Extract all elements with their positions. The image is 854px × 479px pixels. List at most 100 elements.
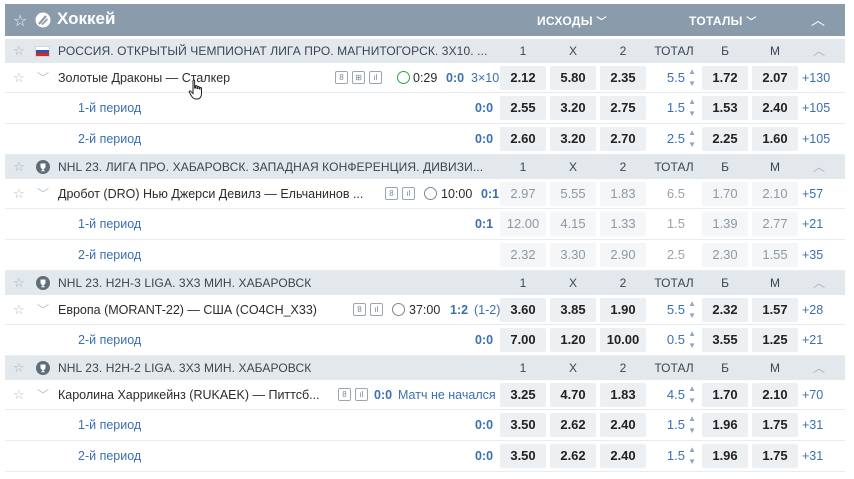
odd-cell-x[interactable]: 5.80 (550, 66, 596, 90)
period-row[interactable]: 1-й период 0:1 12.00 4.15 1.33 1.5 1.39 2.77 +21 (5, 209, 845, 240)
period-label[interactable]: 2-й период (78, 449, 141, 463)
league-header[interactable]: ☆ NHL 23. H2H-3 LIGA. 3Х3 МИН. ХАБАРОВСК 1… (5, 271, 845, 295)
match-row[interactable]: ☆ ﹀ Дробот (DRO) Нью Джерси Девилз — Ельча… (5, 179, 845, 209)
collapse-chevron-up-icon[interactable]: ︿ (813, 359, 825, 376)
odd-cell-1[interactable]: 2.12 (500, 66, 546, 90)
odd-cell-over[interactable]: 1.70 (702, 182, 748, 206)
match-row[interactable]: ☆ ﹀ Золотые Драконы — Сталкер 8 ⊞ ıl 0:29 0:0 3×… (5, 63, 845, 93)
odd-cell-over[interactable]: 1.96 (702, 444, 748, 468)
totals-dropdown[interactable]: ТОТАЛЫ ﹀ (689, 13, 757, 28)
match-teams[interactable]: Дробот (DRO) Нью Джерси Девилз — Ельчани… (58, 187, 380, 201)
odd-cell-1[interactable]: 7.00 (500, 328, 546, 352)
more-markets-link[interactable]: +130 (802, 71, 830, 85)
period-row[interactable]: 2-й период 2.32 3.30 2.90 2.5 2.30 1.55 +35 (5, 240, 845, 271)
odd-cell-2[interactable]: 2.75 (600, 96, 646, 120)
odd-cell-under[interactable]: 2.10 (752, 383, 798, 407)
match-row[interactable]: ☆ ﹀ Европа (MORANT-22) — США (CO4CH_X33) 8 ı… (5, 295, 845, 325)
odd-cell-over[interactable]: 2.25 (702, 127, 748, 151)
total-line[interactable]: 4.5 ▲ ▼ (651, 383, 697, 407)
favorite-star-icon[interactable]: ☆ (13, 43, 25, 59)
odd-cell-1[interactable]: 2.32 (500, 243, 546, 267)
stats-8-icon[interactable]: 8 (385, 187, 398, 200)
stats-8-icon[interactable]: 8 (353, 303, 366, 316)
odd-cell-2[interactable]: 2.35 (600, 66, 646, 90)
stats-8-icon[interactable]: 8 (335, 71, 348, 84)
odd-cell-2[interactable]: 2.40 (600, 444, 646, 468)
odd-cell-x[interactable]: 3.85 (550, 298, 596, 322)
odd-cell-over[interactable]: 1.96 (702, 413, 748, 437)
odd-cell-x[interactable]: 3.20 (550, 96, 596, 120)
odd-cell-2[interactable]: 1.83 (600, 383, 646, 407)
odd-cell-1[interactable]: 2.60 (500, 127, 546, 151)
odd-cell-under[interactable]: 1.75 (752, 444, 798, 468)
period-row[interactable]: 2-й период 0:0 2.60 3.20 2.70 2.5 ▲ ▼ 2.25 1.60 +1… (5, 124, 845, 155)
odd-cell-over[interactable]: 2.30 (702, 243, 748, 267)
more-markets-link[interactable]: +35 (802, 248, 823, 262)
more-markets-link[interactable]: +70 (802, 388, 823, 402)
odd-cell-1[interactable]: 2.97 (500, 182, 546, 206)
total-line[interactable]: 6.5 (651, 182, 697, 206)
total-line[interactable]: 2.5 ▲ ▼ (651, 127, 697, 151)
period-label[interactable]: 1-й период (78, 101, 141, 115)
favorite-star-icon[interactable]: ☆ (13, 11, 27, 31)
favorite-star-icon[interactable]: ☆ (13, 360, 25, 376)
more-markets-link[interactable]: +21 (802, 217, 823, 231)
favorite-star-icon[interactable]: ☆ (13, 70, 25, 86)
odd-cell-under[interactable]: 2.10 (752, 182, 798, 206)
odd-cell-1[interactable]: 3.50 (500, 444, 546, 468)
odd-cell-x[interactable]: 3.30 (550, 243, 596, 267)
total-line[interactable]: 1.5 ▲ ▼ (651, 96, 697, 120)
total-line[interactable]: 5.5 ▲ ▼ (651, 66, 697, 90)
odd-cell-over[interactable]: 1.70 (702, 383, 748, 407)
total-line[interactable]: 1.5 ▲ ▼ (651, 444, 697, 468)
odd-cell-1[interactable]: 2.55 (500, 96, 546, 120)
odd-cell-x[interactable]: 4.15 (550, 212, 596, 236)
stats-8-icon[interactable]: 8 (338, 388, 351, 401)
odd-cell-over[interactable]: 3.55 (702, 328, 748, 352)
expand-chevron-down-icon[interactable]: ﹀ (37, 301, 49, 318)
total-line[interactable]: 0.5 ▲ ▼ (651, 328, 697, 352)
odd-cell-over[interactable]: 1.53 (702, 96, 748, 120)
period-row[interactable]: 1-й период 0:0 3.50 2.62 2.40 1.5 ▲ ▼ 1.96 1.75 +3… (5, 410, 845, 441)
odd-cell-x[interactable]: 2.62 (550, 444, 596, 468)
total-line[interactable]: 1.5 (651, 212, 697, 236)
odd-cell-1[interactable]: 3.25 (500, 383, 546, 407)
period-row[interactable]: 1-й период 0:0 2.55 3.20 2.75 1.5 ▲ ▼ 1.53 2.40 +1… (5, 93, 845, 124)
odd-cell-under[interactable]: 2.77 (752, 212, 798, 236)
odd-cell-2[interactable]: 1.33 (600, 212, 646, 236)
odd-cell-under[interactable]: 1.57 (752, 298, 798, 322)
expand-chevron-down-icon[interactable]: ﹀ (37, 69, 49, 86)
league-header[interactable]: ☆ NHL 23. H2H-2 LIGA. 3Х3 МИН. ХАБАРОВСК 1… (5, 356, 845, 380)
total-line[interactable]: 2.5 (651, 243, 697, 267)
odd-cell-under[interactable]: 2.07 (752, 66, 798, 90)
more-markets-link[interactable]: +105 (802, 101, 830, 115)
period-label[interactable]: 2-й период (78, 132, 141, 146)
odd-cell-over[interactable]: 1.39 (702, 212, 748, 236)
odd-cell-x[interactable]: 1.20 (550, 328, 596, 352)
odd-cell-2[interactable]: 2.40 (600, 413, 646, 437)
odd-cell-under[interactable]: 1.60 (752, 127, 798, 151)
odd-cell-2[interactable]: 1.83 (600, 182, 646, 206)
chart-bars-icon[interactable]: ıl (355, 388, 368, 401)
period-label[interactable]: 1-й период (78, 217, 141, 231)
chart-bars-icon[interactable]: ıl (402, 187, 415, 200)
odd-cell-1[interactable]: 12.00 (500, 212, 546, 236)
favorite-star-icon[interactable]: ☆ (13, 275, 25, 291)
odd-cell-over[interactable]: 2.32 (702, 298, 748, 322)
odd-cell-under[interactable]: 1.25 (752, 328, 798, 352)
field-icon[interactable]: ⊞ (352, 71, 365, 84)
period-label[interactable]: 1-й период (78, 418, 141, 432)
odd-cell-1[interactable]: 3.50 (500, 413, 546, 437)
collapse-chevron-up-icon[interactable]: ︿ (813, 274, 825, 291)
chart-bars-icon[interactable]: ıl (369, 71, 382, 84)
outcomes-dropdown[interactable]: ИСХОДЫ ﹀ (537, 13, 607, 28)
league-header[interactable]: ☆ РОССИЯ. ОТКРЫТЫЙ ЧЕМПИОНАТ ЛИГА ПРО. МА… (5, 39, 845, 63)
expand-chevron-down-icon[interactable]: ﹀ (37, 185, 49, 202)
odd-cell-1[interactable]: 3.60 (500, 298, 546, 322)
collapse-chevron-up-icon[interactable]: ︿ (811, 10, 825, 30)
more-markets-link[interactable]: +31 (802, 449, 823, 463)
match-teams[interactable]: Европа (MORANT-22) — США (CO4CH_X33) (58, 303, 348, 317)
more-markets-link[interactable]: +31 (802, 418, 823, 432)
odd-cell-x[interactable]: 3.20 (550, 127, 596, 151)
odd-cell-x[interactable]: 2.62 (550, 413, 596, 437)
